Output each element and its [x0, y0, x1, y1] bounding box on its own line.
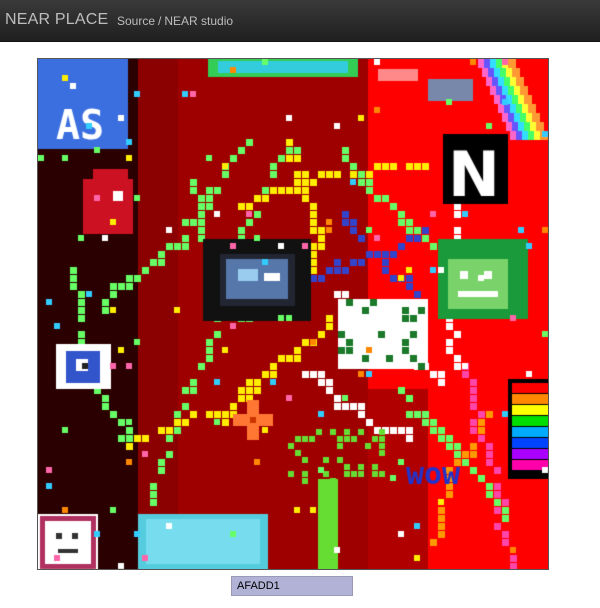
near-studio-link[interactable]: NEAR studio — [164, 14, 233, 28]
pixel-canvas[interactable] — [38, 59, 548, 569]
nav-separator: / — [158, 14, 162, 28]
color-hex-input[interactable] — [231, 576, 353, 596]
top-navbar: NEAR PLACE Source / NEAR studio — [0, 0, 600, 42]
pixel-canvas-frame — [37, 58, 549, 570]
source-link[interactable]: Source — [117, 14, 155, 28]
nav-links: Source / NEAR studio — [117, 14, 233, 28]
brand-link[interactable]: NEAR PLACE — [5, 11, 108, 29]
